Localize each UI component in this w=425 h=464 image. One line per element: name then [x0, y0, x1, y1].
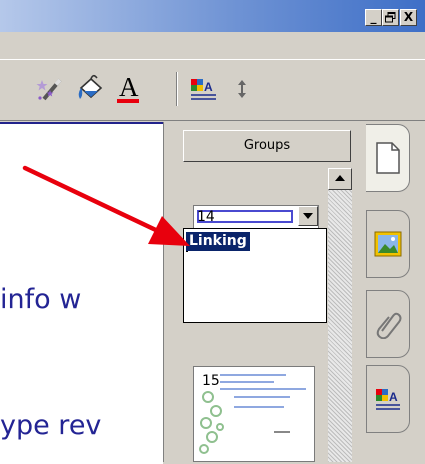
thumbnail-preview-icon: [199, 374, 306, 454]
toolbar: A A: [0, 59, 425, 121]
line-spacing-icon[interactable]: [227, 74, 257, 104]
title-bar: _ X: [0, 0, 425, 32]
canvas-border: [163, 122, 174, 462]
properties-tab[interactable]: A: [366, 365, 410, 433]
page-number-14: 14: [197, 209, 215, 225]
page-sorter-tab[interactable]: [366, 124, 410, 192]
groups-button[interactable]: Groups: [183, 130, 351, 162]
scroll-up-button[interactable]: [328, 168, 352, 190]
vertical-scrollbar[interactable]: [328, 168, 352, 462]
canvas-text-line-1: info w: [0, 284, 82, 315]
magic-wand-icon[interactable]: [36, 74, 66, 104]
minimize-button[interactable]: _: [365, 9, 382, 26]
slide-canvas[interactable]: info w ype rev: [0, 122, 163, 464]
canvas-text-line-2: ype rev: [0, 410, 102, 441]
page-sorter-icon: [375, 142, 400, 174]
restore-icon: [385, 12, 396, 23]
close-label: X: [403, 10, 414, 24]
properties-icon: A: [376, 389, 400, 410]
font-color-swatch: [117, 99, 139, 103]
paint-bucket-icon[interactable]: [75, 74, 105, 104]
close-button[interactable]: X: [400, 9, 417, 26]
text-format-icon[interactable]: A: [188, 74, 218, 104]
svg-text:A: A: [389, 390, 398, 404]
attachments-icon: [376, 312, 402, 339]
dropdown-item-linking[interactable]: Linking: [186, 232, 250, 251]
font-color-icon[interactable]: A: [113, 72, 143, 104]
svg-text:A: A: [204, 80, 213, 94]
gallery-icon: [374, 231, 402, 257]
maximize-button[interactable]: [382, 9, 399, 26]
menu-bar: [0, 32, 425, 59]
minimize-label: _: [370, 10, 377, 24]
toolbar-separator: [176, 72, 178, 106]
gallery-tab[interactable]: [366, 210, 410, 278]
group-dropdown-button[interactable]: [298, 206, 318, 226]
attachments-tab[interactable]: [366, 290, 410, 358]
group-dropdown-list[interactable]: Linking: [183, 228, 327, 323]
page-thumbnail-15[interactable]: 15: [193, 366, 315, 462]
